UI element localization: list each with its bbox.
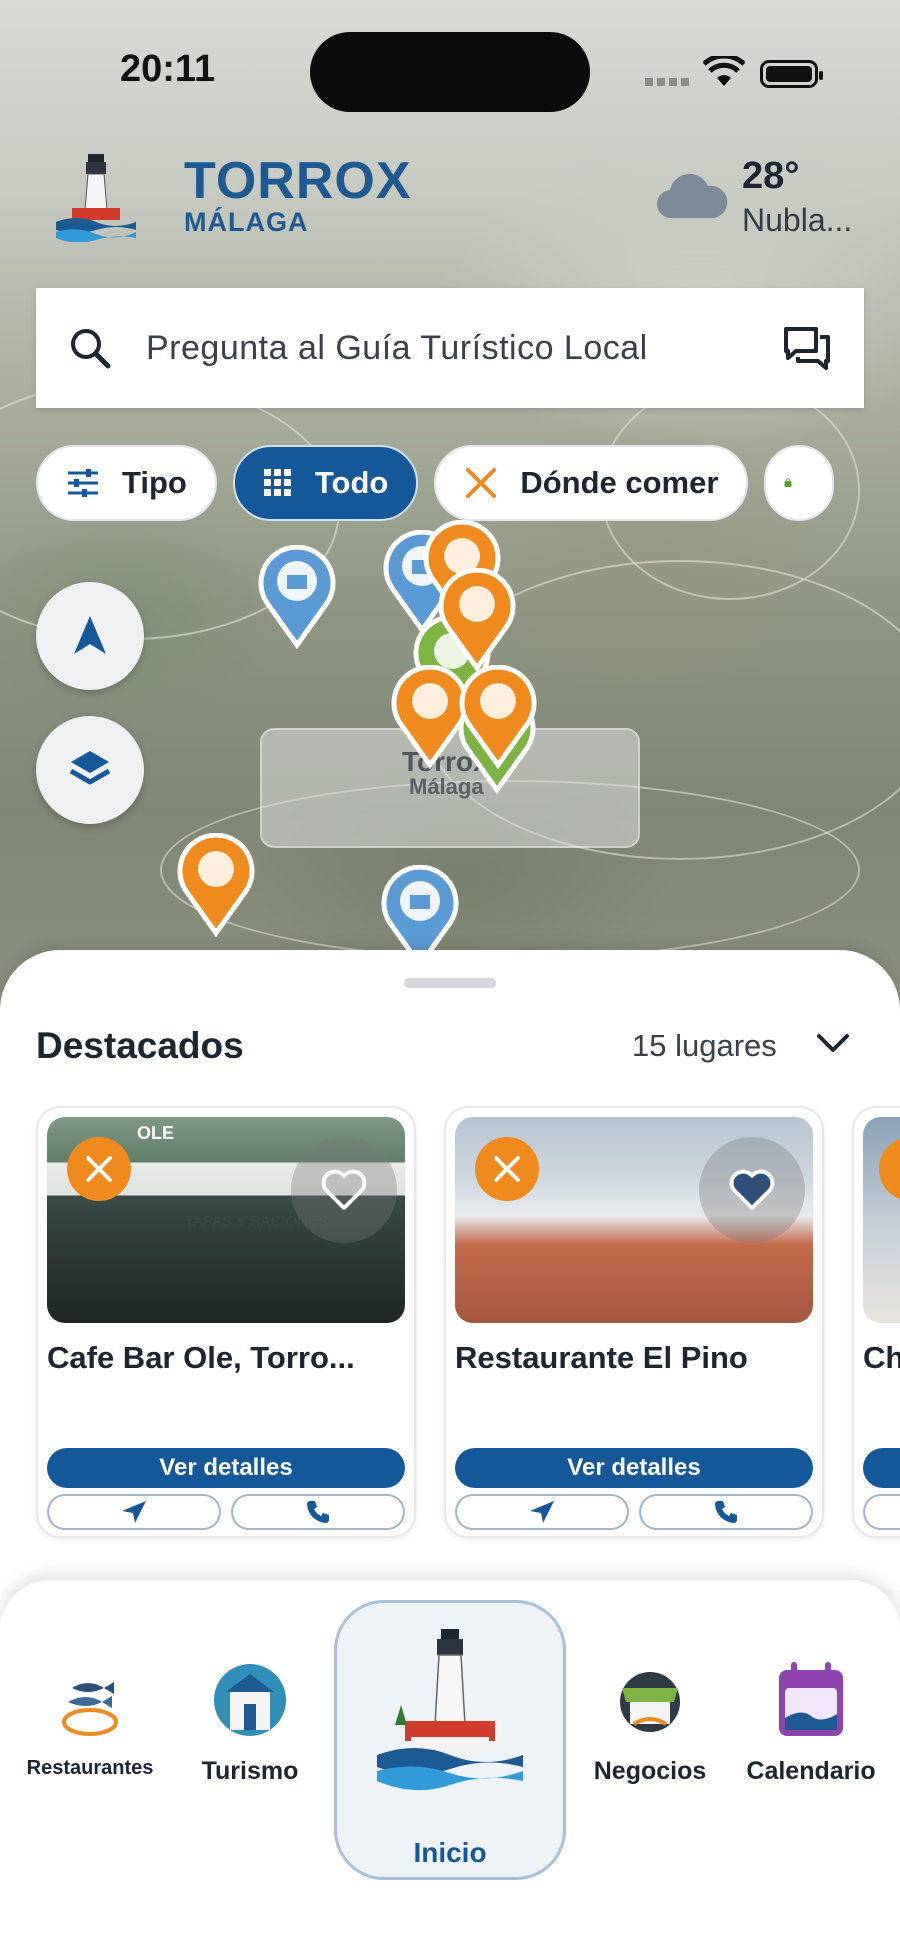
- weather-widget[interactable]: 28° Nubla...: [656, 155, 852, 239]
- chip-label: Todo: [314, 465, 389, 500]
- category-badge: [67, 1137, 131, 1201]
- status-time: 20:11: [120, 48, 216, 90]
- nav-inicio[interactable]: Inicio: [334, 1600, 566, 1880]
- image-sign-text: OLE: [137, 1123, 175, 1143]
- map-layers-button[interactable]: [36, 716, 144, 824]
- details-button[interactable]: [863, 1448, 900, 1488]
- call-button[interactable]: [639, 1494, 813, 1530]
- search-input[interactable]: Pregunta al Guía Turístico Local: [146, 329, 782, 368]
- sheet-title: Destacados: [36, 1025, 244, 1066]
- utensils-icon: [86, 1156, 112, 1182]
- place-image: [863, 1117, 900, 1323]
- bottom-nav: Restaurantes Turismo Inicio Negocios Cal…: [0, 1580, 900, 1957]
- featured-cards: OLE TAPAS Y RACIONES Cafe Bar Ole, Torro…: [36, 1106, 900, 1546]
- map-pin-tourism[interactable]: [255, 545, 339, 649]
- utensils-icon: [466, 468, 497, 498]
- sliders-icon: [68, 469, 98, 497]
- battery-icon: [760, 60, 823, 88]
- phone-icon: [307, 1501, 329, 1523]
- heart-icon: [321, 1169, 367, 1210]
- nav-calendario[interactable]: Calendario: [736, 1660, 886, 1786]
- phone-icon: [715, 1501, 737, 1523]
- place-name: Ch: [863, 1340, 900, 1375]
- nav-negocios[interactable]: Negocios: [590, 1660, 710, 1786]
- nav-label: Calendario: [746, 1757, 876, 1785]
- category-badge: [879, 1137, 900, 1201]
- search-icon: [71, 329, 111, 369]
- signal-icon: [645, 78, 689, 86]
- details-button[interactable]: Ver detalles: [47, 1448, 405, 1488]
- place-name: Restaurante El Pino: [455, 1340, 748, 1375]
- directions-button[interactable]: [47, 1494, 221, 1530]
- heart-icon: [729, 1169, 775, 1210]
- lighthouse-home-icon: [377, 1629, 523, 1791]
- fish-icon: [62, 1682, 118, 1736]
- sheet-handle[interactable]: [404, 978, 496, 988]
- nav-restaurantes[interactable]: Restaurantes: [16, 1672, 164, 1780]
- cloud-icon: [656, 173, 728, 219]
- place-card[interactable]: Restaurante El Pino Ver detalles: [444, 1106, 824, 1538]
- chip-label: Tipo: [122, 465, 187, 500]
- search-bar[interactable]: Pregunta al Guía Turístico Local: [36, 288, 864, 408]
- map-pin-restaurant[interactable]: [456, 665, 540, 769]
- nav-label: Turismo: [201, 1757, 299, 1785]
- tourism-building-icon: [214, 1664, 286, 1736]
- place-image: [455, 1117, 813, 1323]
- nav-turismo[interactable]: Turismo: [190, 1660, 310, 1786]
- brand-title: TORROX: [184, 151, 412, 210]
- lighthouse-logo-icon: [56, 154, 136, 242]
- weather-description: Nubla...: [742, 202, 853, 238]
- navigation-arrow-icon: [122, 1501, 146, 1523]
- chip-todo[interactable]: Todo: [232, 445, 419, 521]
- place-image: OLE TAPAS Y RACIONES: [47, 1117, 405, 1323]
- details-button[interactable]: Ver detalles: [455, 1448, 813, 1488]
- chip-tipo[interactable]: Tipo: [36, 445, 217, 521]
- dynamic-island: [310, 32, 590, 112]
- map-pin-cafe[interactable]: [174, 833, 258, 937]
- directions-button[interactable]: [863, 1494, 900, 1530]
- category-badge: [475, 1137, 539, 1201]
- featured-sheet: Destacados 15 lugares OLE TAPAS Y RACION…: [0, 950, 900, 1590]
- chip-label: Dónde comer: [520, 465, 719, 500]
- nav-label: Restaurantes: [26, 1757, 154, 1779]
- shopping-bag-icon: [784, 478, 792, 487]
- favorite-button[interactable]: [699, 1137, 805, 1243]
- brand[interactable]: TORROX MÁLAGA: [52, 150, 412, 242]
- chip-compras[interactable]: [764, 445, 835, 521]
- business-shop-icon: [620, 1672, 680, 1732]
- wifi-icon: [703, 56, 745, 86]
- status-bar: 20:11: [0, 0, 900, 140]
- call-button[interactable]: [231, 1494, 405, 1530]
- chip-donde-comer[interactable]: Dónde comer: [434, 445, 749, 521]
- layers-icon: [69, 751, 111, 785]
- places-count[interactable]: 15 lugares: [632, 1028, 777, 1064]
- nav-label: Negocios: [593, 1757, 707, 1785]
- utensils-icon: [494, 1156, 520, 1182]
- weather-temperature: 28°: [742, 155, 800, 197]
- calendar-icon: [779, 1662, 843, 1736]
- grid-icon: [263, 469, 291, 496]
- favorite-button[interactable]: [291, 1137, 397, 1243]
- nav-label: Inicio: [413, 1837, 487, 1868]
- navigation-arrow-icon: [530, 1501, 554, 1523]
- brand-subtitle: MÁLAGA: [184, 206, 309, 237]
- place-card[interactable]: OLE TAPAS Y RACIONES Cafe Bar Ole, Torro…: [36, 1106, 416, 1538]
- place-card[interactable]: Ch: [852, 1106, 900, 1538]
- directions-button[interactable]: [455, 1494, 629, 1530]
- map-pin-restaurant[interactable]: [435, 568, 519, 672]
- locate-me-button[interactable]: [36, 582, 144, 690]
- navigation-arrow-icon: [74, 616, 106, 654]
- chat-icon[interactable]: [782, 325, 832, 371]
- chevron-down-icon[interactable]: [815, 1032, 851, 1056]
- filter-chips: Tipo Todo Dónde comer: [36, 445, 900, 525]
- place-name: Cafe Bar Ole, Torro...: [47, 1340, 355, 1375]
